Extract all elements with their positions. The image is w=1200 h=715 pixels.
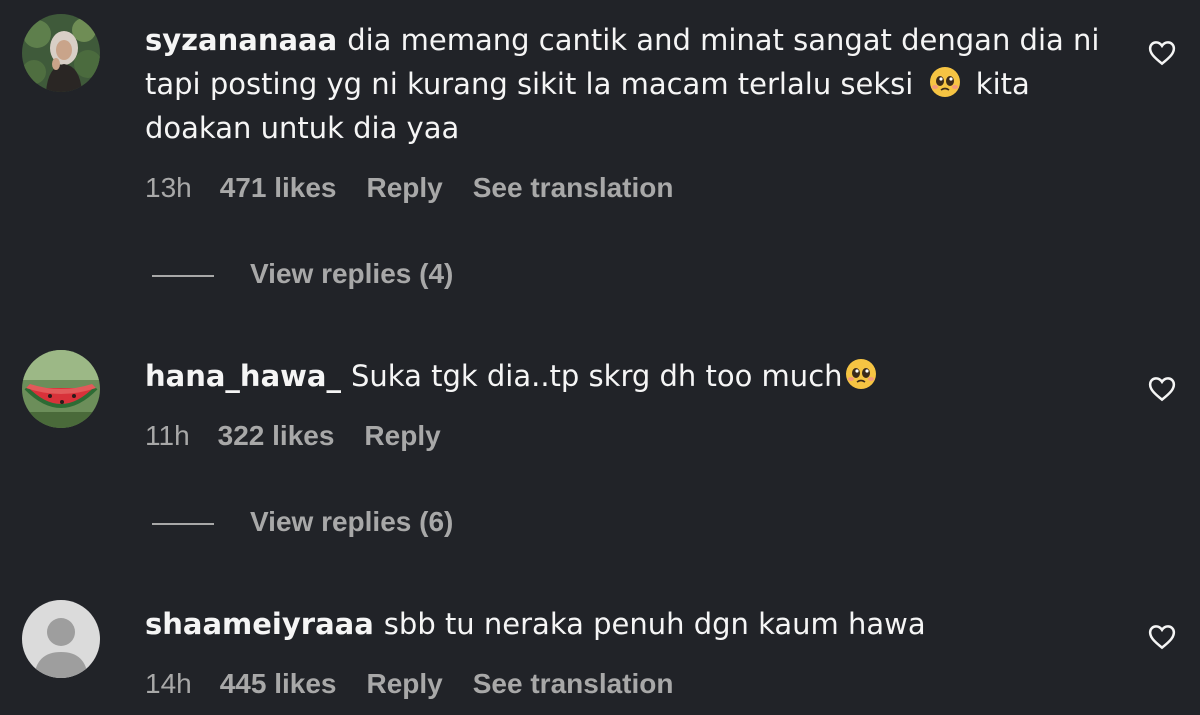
- avatar[interactable]: [22, 14, 100, 92]
- comment-body: sbb tu neraka penuh dgn kaum hawa: [383, 607, 926, 641]
- replies-divider: [152, 274, 214, 277]
- replies-divider: [152, 522, 214, 525]
- timestamp[interactable]: 11h: [145, 420, 190, 451]
- comment-meta: 14h 445 likes Reply See translation: [145, 668, 703, 700]
- comment-meta: 13h 471 likes Reply See translation: [145, 172, 703, 204]
- comment-text: syzananaaa dia memang cantik and minat sa…: [145, 18, 1125, 150]
- username[interactable]: shaameiyraaa: [145, 607, 374, 641]
- default-user-icon: [22, 600, 100, 678]
- watermelon-photo-icon: [22, 350, 100, 428]
- likes-count[interactable]: 445 likes: [220, 668, 337, 699]
- pleading-face-emoji-icon: [929, 67, 960, 97]
- pleading-face-emoji-icon: [845, 359, 876, 389]
- profile-photo-icon: [22, 14, 100, 92]
- reply-button[interactable]: Reply: [367, 668, 443, 699]
- reply-button[interactable]: Reply: [367, 172, 443, 203]
- avatar[interactable]: [22, 600, 100, 678]
- view-replies-button[interactable]: View replies (6): [152, 506, 453, 538]
- avatar[interactable]: [22, 350, 100, 428]
- timestamp[interactable]: 13h: [145, 172, 192, 203]
- likes-count[interactable]: 471 likes: [220, 172, 337, 203]
- comment-text: hana_hawa_ Suka tgk dia..tp skrg dh too m…: [145, 354, 1125, 398]
- see-translation-button[interactable]: See translation: [473, 668, 674, 699]
- timestamp[interactable]: 14h: [145, 668, 192, 699]
- view-replies-label: View replies (4): [250, 258, 454, 289]
- heart-outline-icon[interactable]: [1147, 38, 1177, 68]
- username[interactable]: syzananaaa: [145, 23, 337, 57]
- see-translation-button[interactable]: See translation: [473, 172, 674, 203]
- reply-button[interactable]: Reply: [364, 420, 440, 451]
- comment-meta: 11h 322 likes Reply: [145, 420, 471, 452]
- comment-body: Suka tgk dia..tp skrg dh too much: [351, 359, 843, 393]
- likes-count[interactable]: 322 likes: [218, 420, 335, 451]
- view-replies-button[interactable]: View replies (4): [152, 258, 453, 290]
- heart-outline-icon[interactable]: [1147, 622, 1177, 652]
- comment-text: shaameiyraaa sbb tu neraka penuh dgn kaum…: [145, 602, 1125, 646]
- heart-outline-icon[interactable]: [1147, 374, 1177, 404]
- username[interactable]: hana_hawa_: [145, 359, 341, 393]
- view-replies-label: View replies (6): [250, 506, 454, 537]
